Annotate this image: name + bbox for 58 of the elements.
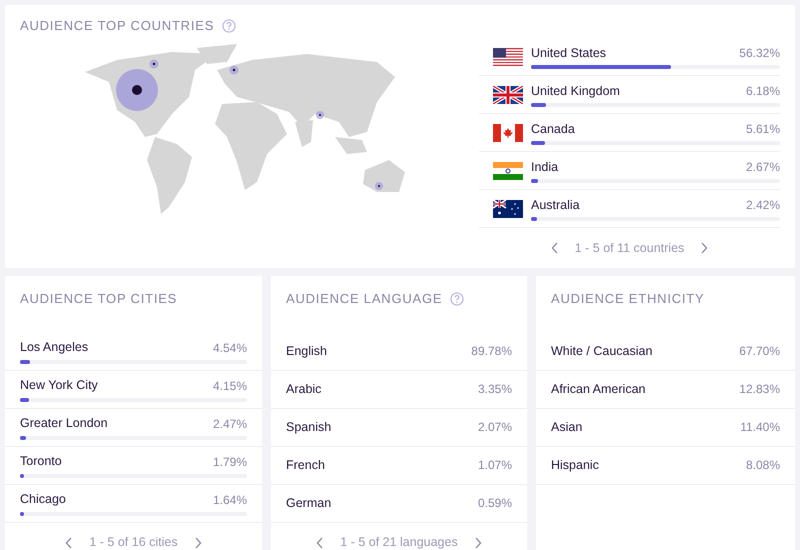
row-label: White / Caucasian (551, 342, 652, 360)
row-label: Hispanic (551, 456, 599, 474)
row-percentage: 11.40% (740, 419, 780, 436)
chevron-left-icon (550, 242, 559, 254)
row-percentage: 4.54% (212, 340, 247, 356)
pagination-label: 1 - 5 of 21 languages (340, 534, 458, 550)
chevron-right-icon (700, 242, 708, 254)
help-icon[interactable] (222, 18, 236, 33)
row-percentage: 1.07% (478, 457, 512, 474)
row-label: Arabic (286, 380, 322, 398)
row-label: Toronto (20, 453, 62, 470)
row-percentage: 2.07% (478, 419, 512, 436)
row-percentage: 56.32% (739, 45, 780, 62)
section-title: AUDIENCE TOP CITIES (20, 290, 178, 308)
row-percentage: 2.67% (746, 159, 780, 176)
row-label: Chicago (20, 491, 66, 508)
row-percentage: 1.79% (212, 454, 247, 470)
row-percentage: 0.59% (478, 495, 512, 512)
row-label: Asian (551, 418, 582, 436)
row-label: African American (551, 380, 646, 398)
help-icon[interactable] (450, 292, 464, 306)
row-label: Los Angeles (20, 339, 88, 356)
pagination-label: 1 - 5 of 11 countries (574, 240, 684, 257)
row-percentage: 2.47% (212, 416, 247, 432)
row-label: India (531, 158, 558, 176)
row-label: United States (531, 44, 606, 62)
row-percentage: 6.18% (746, 83, 780, 100)
row-percentage: 8.08% (746, 457, 780, 474)
section-title: AUDIENCE LANGUAGE (286, 290, 442, 308)
flag-icon (493, 86, 523, 104)
row-label: New York City (20, 377, 98, 394)
row-label: Greater London (20, 415, 108, 432)
chevron-left-icon (316, 536, 324, 548)
row-percentage: 89.78% (471, 343, 512, 360)
row-percentage: 4.15% (212, 378, 247, 394)
row-percentage: 2.42% (746, 197, 780, 214)
row-label: French (286, 456, 325, 474)
flag-icon (493, 48, 523, 66)
flag-icon (493, 124, 523, 142)
row-label: United Kingdom (531, 82, 620, 100)
pagination-label: 1 - 5 of 16 cities (89, 534, 178, 550)
flag-icon (493, 200, 523, 218)
row-percentage: 1.64% (212, 492, 247, 508)
row-percentage: 12.83% (739, 381, 780, 398)
chevron-right-icon (194, 536, 202, 548)
row-label: Australia (531, 196, 580, 214)
chevron-left-icon (65, 536, 74, 548)
flag-icon (493, 162, 523, 180)
section-title: AUDIENCE TOP COUNTRIES (20, 17, 214, 35)
chevron-right-icon (474, 536, 482, 548)
row-label: English (286, 342, 327, 360)
section-title: AUDIENCE ETHNICITY (551, 290, 704, 308)
row-label: German (286, 494, 332, 512)
row-percentage: 3.35% (478, 381, 512, 398)
row-label: Canada (531, 120, 575, 138)
row-percentage: 67.70% (739, 343, 780, 360)
row-label: Spanish (286, 418, 332, 436)
row-percentage: 5.61% (746, 121, 780, 138)
